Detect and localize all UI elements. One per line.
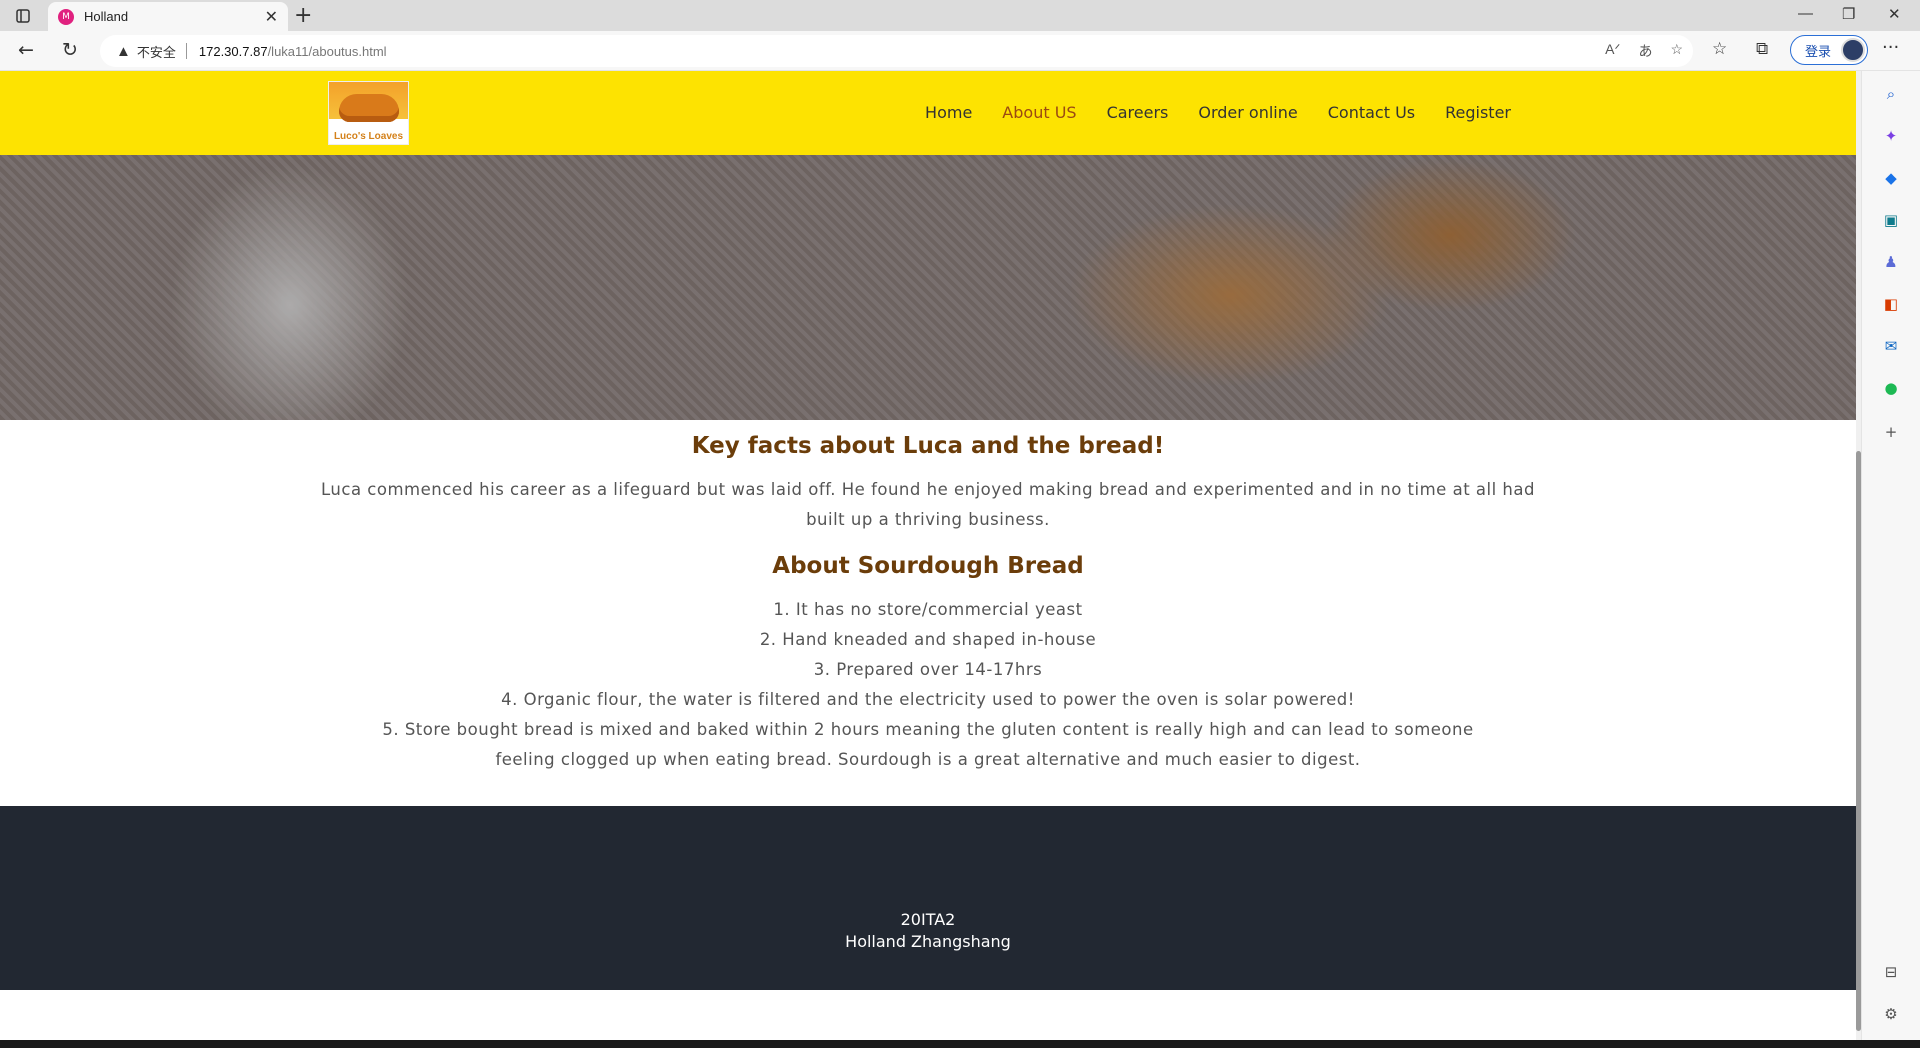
- nav-register[interactable]: Register: [1445, 103, 1511, 122]
- favorite-add-icon[interactable]: ☆: [1670, 41, 1683, 61]
- list-item: 4. Organic flour, the water is filtered …: [501, 690, 1355, 709]
- browser-sidebar: ⌕ ✦ ◆ ▣ ♟ ◧ ✉ ● + ⊟ ⚙: [1861, 71, 1920, 1040]
- collections-icon[interactable]: ⧉: [1756, 39, 1768, 59]
- add-sidebar-app-icon[interactable]: +: [1882, 423, 1900, 441]
- shopping-tag-icon[interactable]: ◆: [1882, 169, 1900, 187]
- key-facts-heading: Key facts about Luca and the bread!: [691, 433, 1165, 459]
- nav-home[interactable]: Home: [925, 103, 972, 122]
- page-viewport: Luco's Loaves Home About US Careers Orde…: [0, 71, 1856, 1040]
- favorites-icon[interactable]: ☆: [1712, 39, 1727, 59]
- hide-sidebar-icon[interactable]: ⊟: [1882, 963, 1900, 981]
- hero-image: [0, 155, 1856, 420]
- site-header: Luco's Loaves Home About US Careers Orde…: [0, 71, 1856, 155]
- reload-icon[interactable]: ↻: [62, 39, 78, 61]
- list-item: 5. Store bought bread is mixed and baked…: [382, 720, 1474, 769]
- site-footer: 20ITA2 Holland Zhangshang: [0, 806, 1856, 990]
- footer-author: Holland Zhangshang: [845, 932, 1011, 951]
- settings-gear-icon[interactable]: ⚙: [1882, 1005, 1900, 1023]
- restore-icon[interactable]: ❐: [1842, 5, 1855, 23]
- sourdough-heading: About Sourdough Bread: [772, 553, 1084, 579]
- browser-tab-strip: M Holland ✕ + — ❐ ✕: [0, 0, 1920, 31]
- games-icon[interactable]: ♟: [1882, 253, 1900, 271]
- intro-paragraph: Luca commenced his career as a lifeguard…: [321, 480, 1535, 529]
- logo-text: Luco's Loaves: [333, 131, 404, 142]
- hero-overlay: [0, 155, 1856, 420]
- outlook-icon[interactable]: ✉: [1882, 337, 1900, 355]
- url-host: 172.30.7.87: [198, 43, 268, 59]
- tools-icon[interactable]: ▣: [1882, 211, 1900, 229]
- footer-class: 20ITA2: [900, 910, 956, 929]
- tab-close-icon[interactable]: ✕: [265, 7, 278, 26]
- list-item: 3. Prepared over 14-17hrs: [813, 660, 1043, 679]
- back-icon[interactable]: ←: [18, 39, 34, 61]
- login-label: 登录: [1805, 43, 1832, 59]
- url-path: /luka11/aboutus.html: [267, 43, 387, 59]
- about-content: Key facts about Luca and the bread! Luca…: [320, 433, 1536, 775]
- browser-toolbar: ← ↻ ▲ 不安全 172.30.7.87 /luka11/aboutus.ht…: [0, 31, 1920, 71]
- new-tab-icon[interactable]: +: [294, 3, 312, 28]
- office-icon[interactable]: ◧: [1882, 295, 1900, 313]
- more-menu-icon[interactable]: ···: [1882, 37, 1899, 58]
- minimize-icon[interactable]: —: [1798, 5, 1813, 22]
- warning-icon: ▲: [116, 42, 131, 60]
- tab-actions-icon[interactable]: [12, 6, 34, 26]
- insecure-label: 不安全: [136, 44, 176, 60]
- main-nav: Home About US Careers Order online Conta…: [925, 103, 1511, 122]
- nav-about-us[interactable]: About US: [1002, 103, 1076, 122]
- login-button[interactable]: 登录: [1790, 35, 1868, 65]
- croissant-icon: [339, 94, 399, 122]
- window-close-icon[interactable]: ✕: [1888, 5, 1901, 23]
- os-taskbar: [0, 1040, 1920, 1048]
- site-logo[interactable]: Luco's Loaves: [328, 81, 409, 145]
- avatar: [1841, 38, 1865, 62]
- search-icon[interactable]: ⌕: [1882, 85, 1900, 103]
- list-item: 2. Hand kneaded and shaped in-house: [759, 630, 1097, 649]
- site-favicon-icon: M: [58, 8, 74, 25]
- sourdough-facts-list: 1. It has no store/commercial yeast 2. H…: [320, 595, 1536, 775]
- translate-icon[interactable]: あ: [1638, 41, 1652, 61]
- browser-tab-active[interactable]: M Holland ✕: [48, 2, 288, 31]
- copilot-icon[interactable]: ✦: [1882, 127, 1900, 145]
- address-bar[interactable]: ▲ 不安全 172.30.7.87 /luka11/aboutus.html A…: [100, 35, 1693, 67]
- read-aloud-icon[interactable]: Aᐟ: [1605, 41, 1620, 61]
- nav-contact-us[interactable]: Contact Us: [1328, 103, 1415, 122]
- list-item: 1. It has no store/commercial yeast: [773, 600, 1083, 619]
- nav-order-online[interactable]: Order online: [1198, 103, 1297, 122]
- tab-title: Holland: [84, 9, 129, 24]
- address-divider: [185, 43, 187, 59]
- nav-careers[interactable]: Careers: [1107, 103, 1169, 122]
- spotify-icon[interactable]: ●: [1882, 379, 1900, 397]
